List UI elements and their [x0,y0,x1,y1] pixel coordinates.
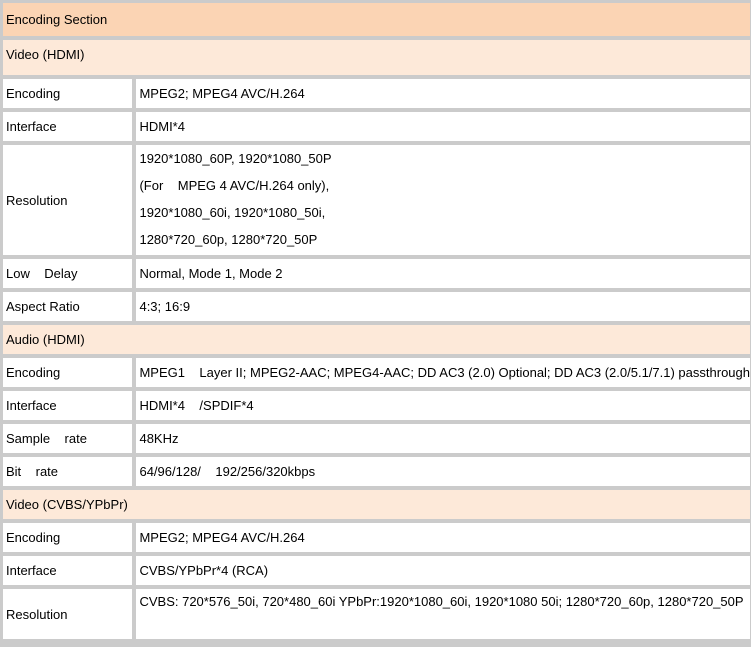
subsection-heading: Audio (HDMI) [3,325,750,354]
spec-row: Low Delay Normal, Mode 1, Mode 2 [3,259,750,288]
subsection-heading: Video (CVBS/YPbPr) [3,490,750,519]
spec-value: 48KHz [136,424,750,453]
spec-row: Encoding MPEG2; MPEG4 AVC/H.264 [3,79,750,108]
spec-row: Encoding MPEG2; MPEG4 AVC/H.264 [3,523,750,552]
spec-label: Low Delay [3,259,133,288]
spec-label: Resolution [3,145,133,255]
spec-value: MPEG1 Layer II; MPEG2-AAC; MPEG4-AAC; DD… [136,358,750,387]
spec-row: Resolution 1920*1080_60P, 1920*1080_50P (… [3,145,750,255]
spec-value: 1920*1080_60P, 1920*1080_50P (For MPEG 4 … [136,145,750,255]
spec-row: Encoding MPEG1 Layer II; MPEG2-AAC; MPEG… [3,358,750,387]
spec-label: Interface [3,556,133,585]
spec-value: HDMI*4 /SPDIF*4 [136,391,750,420]
subsection-header-row: Video (HDMI) [3,40,750,75]
subsection-header-row: Video (CVBS/YPbPr) [3,490,750,519]
spec-row: Bit rate 64/96/128/ 192/256/320kbps [3,457,750,486]
spec-value: CVBS/YPbPr*4 (RCA) [136,556,750,585]
spec-label: Interface [3,112,133,141]
spec-value: Normal, Mode 1, Mode 2 [136,259,750,288]
section-title-row: Encoding Section [3,3,750,36]
section-title: Encoding Section [3,3,750,36]
spec-label: Bit rate [3,457,133,486]
spec-row: Interface CVBS/YPbPr*4 (RCA) [3,556,750,585]
spec-label: Encoding [3,358,133,387]
spec-value: 4:3; 16:9 [136,292,750,321]
encoding-spec-table: Encoding Section Video (HDMI) Encoding M… [0,0,751,643]
spec-row: Aspect Ratio 4:3; 16:9 [3,292,750,321]
spec-label: Aspect Ratio [3,292,133,321]
subsection-heading: Video (HDMI) [3,40,750,75]
subsection-header-row: Audio (HDMI) [3,325,750,354]
spec-value: MPEG2; MPEG4 AVC/H.264 [136,79,750,108]
spec-value: MPEG2; MPEG4 AVC/H.264 [136,523,750,552]
value-line: 1920*1080_60i, 1920*1080_50i, [139,205,326,220]
spec-label: Encoding [3,79,133,108]
spec-value: HDMI*4 [136,112,750,141]
spec-row: Resolution CVBS: 720*576_50i, 720*480_60… [3,589,750,639]
spec-label: Sample rate [3,424,133,453]
value-line: 1280*720_60p, 1280*720_50P [139,232,318,247]
value-line: 1920*1080_60P, 1920*1080_50P [139,151,332,166]
spec-row: Interface HDMI*4 /SPDIF*4 [3,391,750,420]
spec-label: Resolution [3,589,133,639]
value-line: (For MPEG 4 AVC/H.264 only), [139,178,330,193]
spec-row: Interface HDMI*4 [3,112,750,141]
spec-row: Sample rate 48KHz [3,424,750,453]
spec-value: 64/96/128/ 192/256/320kbps [136,457,750,486]
spec-value: CVBS: 720*576_50i, 720*480_60i YPbPr:192… [136,589,750,639]
spec-label: Interface [3,391,133,420]
spec-label: Encoding [3,523,133,552]
